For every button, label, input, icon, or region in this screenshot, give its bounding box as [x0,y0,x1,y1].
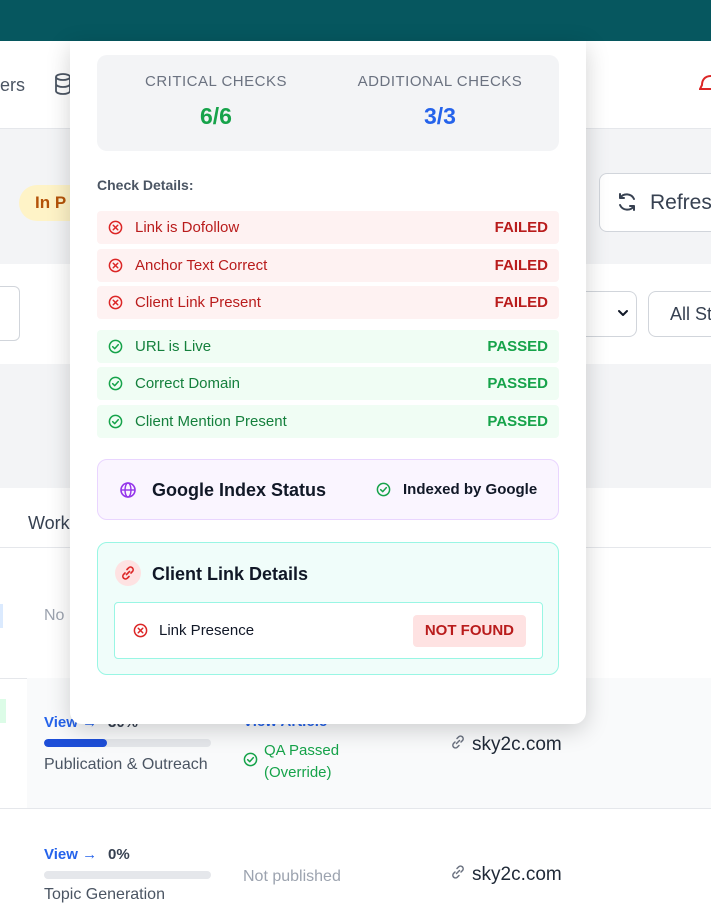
additional-checks-value: 3/3 [424,103,456,129]
client-link-title: Client Link Details [152,564,309,584]
column-header-workflow: Work [28,513,70,533]
check-circle-icon [376,482,391,497]
table-divider [0,808,711,809]
check-label: URL is Live [135,338,212,355]
nav-item-label[interactable]: ers [0,75,25,96]
qa-status: QA Passed (Override) [243,740,374,784]
x-circle-icon [108,220,123,235]
refresh-button[interactable]: Refresh [599,173,711,232]
google-index-title: Google Index Status [152,480,327,500]
google-index-status: Indexed by Google [403,481,538,498]
check-label: Link is Dofollow [135,219,240,236]
link-icon [122,566,134,580]
row-badge-edge [0,604,3,628]
check-label: Correct Domain [135,375,241,392]
publish-status: Not published [243,868,341,885]
check-circle-icon [108,414,123,429]
check-label: Client Link Present [135,294,261,311]
link-icon [452,865,464,879]
qa-status-label: QA Passed (Override) [264,742,340,781]
progress-bar [44,739,211,747]
globe-icon [120,482,136,498]
not-found-badge: NOT FOUND [412,615,526,647]
progress-percent: 0% [108,846,130,863]
x-circle-icon [108,258,123,273]
check-status: PASSED [487,413,548,430]
domain-text[interactable]: sky2c.com [472,864,562,886]
progress-bar [44,871,211,879]
refresh-icon [619,193,635,211]
link-presence-row: Link Presence NOT FOUND [114,602,543,659]
chevron-down-icon [618,310,628,316]
check-details-title: Check Details: [97,177,194,193]
workflow-stage: Topic Generation [44,886,165,903]
critical-checks-value: 6/6 [200,103,232,129]
check-row: Correct Domain PASSED [97,367,559,400]
top-app-bar [0,0,711,41]
search-input[interactable] [0,286,20,341]
refresh-button-label: Refresh [650,191,711,214]
check-row: Client Mention Present PASSED [97,405,559,438]
client-link-panel: Client Link Details Link Presence NOT FO… [97,542,559,675]
check-circle-icon [108,339,123,354]
bell-icon[interactable] [699,72,711,94]
check-label: Anchor Text Correct [135,257,268,274]
check-status: FAILED [494,257,548,274]
check-label: Client Mention Present [135,413,287,430]
check-circle-icon [108,376,123,391]
check-row: Anchor Text Correct FAILED [97,249,559,282]
check-row: URL is Live PASSED [97,330,559,363]
x-circle-icon [133,623,148,638]
critical-checks-label: CRITICAL CHECKS [145,73,287,90]
client-link-icon-badge [115,560,141,586]
link-presence-label: Link Presence [159,622,255,639]
view-link[interactable]: View → [44,846,97,863]
status-filter-select[interactable]: All St [648,291,711,337]
check-status: FAILED [494,294,548,311]
link-icon [452,735,464,749]
workflow-stage: Publication & Outreach [44,756,208,773]
row-badge-edge [0,699,6,723]
progress-bar-fill [44,739,108,747]
check-circle-icon [243,752,258,767]
additional-checks-label: ADDITIONAL CHECKS [357,73,523,90]
google-index-panel: Google Index Status Indexed by Google [97,459,559,520]
check-row: Client Link Present FAILED [97,286,559,319]
table-cell-text: No [44,607,65,624]
check-status: PASSED [487,338,548,355]
x-circle-icon [108,295,123,310]
check-status: PASSED [487,375,548,392]
domain-text[interactable]: sky2c.com [472,734,562,756]
check-row: Link is Dofollow FAILED [97,211,559,244]
check-status: FAILED [494,219,548,236]
